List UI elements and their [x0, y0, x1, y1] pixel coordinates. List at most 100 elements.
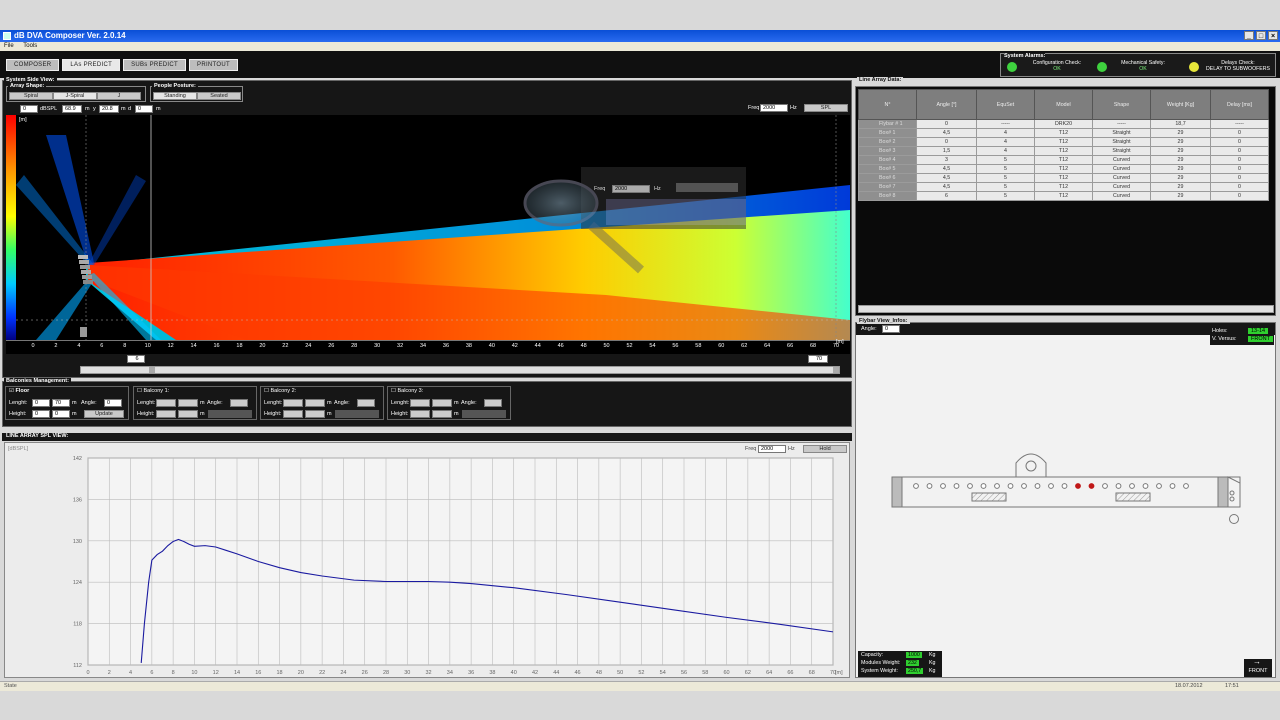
flybar-hole[interactable] [1183, 483, 1189, 489]
column-header[interactable]: EquSet [976, 89, 1035, 120]
b2-height-end[interactable] [305, 410, 325, 418]
b1-height-end[interactable] [178, 410, 198, 418]
x-tick-label: 38 [489, 670, 495, 676]
flybar-hole-selected[interactable] [1088, 483, 1095, 489]
column-header[interactable]: Model [1034, 89, 1093, 120]
floor-height-start[interactable]: 0 [32, 410, 50, 418]
ruler-tick-label: 26 [328, 343, 335, 349]
spl-view-title: LINE ARRAY SPL VIEW: [4, 433, 71, 439]
table-scrollbar[interactable] [858, 305, 1274, 313]
table-row[interactable]: Box# 4 3 5 T12 Curved 29 0 [858, 155, 1269, 165]
b3-height-start[interactable] [410, 410, 430, 418]
b1-update-button[interactable] [208, 410, 252, 418]
table-row[interactable]: Box# 8 6 5 T12 Curved 29 0 [858, 191, 1269, 201]
flybar-hole[interactable] [926, 483, 933, 489]
table-row[interactable]: Box# 7 4,5 5 T12 Curved 29 0 [858, 182, 1269, 192]
menu-file[interactable]: File [4, 43, 14, 49]
b2-length-end[interactable] [305, 399, 325, 407]
minimize-button[interactable]: _ [1244, 31, 1254, 40]
floor-length-start[interactable]: 0 [32, 399, 50, 407]
tab-las-predict[interactable]: LAs PREDICT [62, 59, 121, 71]
maximize-button[interactable]: □ [1256, 31, 1266, 40]
flybar-hole[interactable] [1169, 483, 1176, 489]
column-header[interactable]: Delay [ms] [1210, 89, 1269, 120]
b2-update-button[interactable] [335, 410, 379, 418]
close-button[interactable]: × [1268, 31, 1278, 40]
shape-j-button[interactable]: J [97, 92, 141, 100]
column-header[interactable]: Weight [Kg] [1150, 89, 1211, 120]
flybar-hole[interactable] [980, 483, 987, 489]
floor-length-end[interactable]: 70 [52, 399, 70, 407]
balcony-3-checkbox[interactable]: ☐ Balcony 3: [391, 388, 423, 394]
spl-button[interactable]: SPL [804, 104, 848, 112]
flybar-hole[interactable] [940, 483, 946, 489]
column-header[interactable]: Shape [1092, 89, 1151, 120]
table-cell: T12 [1034, 155, 1093, 165]
table-row[interactable]: Box# 3 1,5 4 T12 Straight 29 0 [858, 146, 1269, 156]
flybar-hole[interactable] [994, 483, 1000, 489]
tab-subs-predict[interactable]: SUBs PREDICT [123, 59, 187, 71]
column-header[interactable]: Angle [°] [916, 89, 977, 120]
range-handle-right[interactable] [833, 367, 839, 373]
b3-height-end[interactable] [432, 410, 452, 418]
range-handle-left[interactable] [149, 367, 155, 373]
table-row[interactable]: Flybar # 1 0 ----- DRK20 ----- 18,7 ----- [858, 119, 1269, 129]
b2-height-start[interactable] [283, 410, 303, 418]
b3-length-end[interactable] [432, 399, 452, 407]
flybar-hole[interactable] [1007, 483, 1014, 489]
range-start-field[interactable]: 6 [127, 355, 145, 363]
floor-angle-field[interactable]: 0 [104, 399, 122, 407]
range-scrollbar[interactable] [80, 366, 840, 374]
table-row[interactable]: Box# 2 0 4 T12 Straight 29 0 [858, 137, 1269, 147]
flybar-hole[interactable] [1048, 483, 1054, 489]
balcony-1-checkbox[interactable]: ☐ Balcony 1: [137, 388, 169, 394]
flybar-hole[interactable] [1021, 483, 1027, 489]
flybar-hole[interactable] [967, 483, 973, 489]
flybar-hole[interactable] [1156, 483, 1162, 489]
balcony-2-checkbox[interactable]: ☐ Balcony 2: [264, 388, 296, 394]
flybar-hole[interactable] [913, 483, 919, 489]
menu-tools[interactable]: Tools [23, 43, 37, 49]
floor-checkbox[interactable]: ☑ Floor [9, 388, 29, 394]
dbspl-unit: dBSPL [40, 106, 58, 112]
freq-select[interactable]: 2000 [760, 104, 788, 112]
x-tick-label: 28 [383, 670, 389, 676]
table-row[interactable]: Box# 1 4,5 4 T12 Straight 29 0 [858, 128, 1269, 138]
spl-readout-field: 0 [20, 105, 38, 113]
b1-height-start[interactable] [156, 410, 176, 418]
shape-spiral-button[interactable]: Spiral [9, 92, 53, 100]
b2-angle-field[interactable] [357, 399, 375, 407]
b2-m2: m [327, 411, 332, 417]
table-row[interactable]: Box# 5 4,5 5 T12 Curved 29 0 [858, 164, 1269, 174]
floor-height-end[interactable]: 0 [52, 410, 70, 418]
flybar-angle-field[interactable]: 0 [882, 325, 900, 333]
b1-length-start[interactable] [156, 399, 176, 407]
b3-update-button[interactable] [462, 410, 506, 418]
ruler-tick-label: 16 [213, 343, 220, 349]
tab-printout[interactable]: PRINTOUT [189, 59, 238, 71]
flybar-hole-selected[interactable] [1075, 483, 1081, 489]
flybar-hole[interactable] [1061, 483, 1068, 489]
shape-jspiral-button[interactable]: J-Spiral [53, 92, 97, 100]
app-icon [3, 32, 11, 40]
floor-update-button[interactable]: Update [84, 410, 124, 418]
posture-standing-button[interactable]: Standing [153, 92, 197, 100]
front-button[interactable]: → FRONT [1244, 657, 1272, 677]
b3-length-start[interactable] [410, 399, 430, 407]
table-cell: 29 [1150, 137, 1211, 147]
b2-length-start[interactable] [283, 399, 303, 407]
tab-composer[interactable]: COMPOSER [6, 59, 60, 71]
flybar-hole[interactable] [1034, 483, 1041, 489]
flybar-hole[interactable] [1142, 483, 1149, 489]
b1-angle-field[interactable] [230, 399, 248, 407]
flybar-hole[interactable] [953, 483, 960, 489]
flybar-hole[interactable] [1129, 483, 1135, 489]
column-header[interactable]: N° [858, 89, 917, 120]
range-end-field[interactable]: 70 [808, 355, 828, 363]
flybar-hole[interactable] [1102, 483, 1108, 489]
posture-seated-button[interactable]: Seated [197, 92, 241, 100]
b1-length-end[interactable] [178, 399, 198, 407]
table-row[interactable]: Box# 6 4,5 5 T12 Curved 29 0 [858, 173, 1269, 183]
b3-angle-field[interactable] [484, 399, 502, 407]
flybar-hole[interactable] [1115, 483, 1122, 489]
